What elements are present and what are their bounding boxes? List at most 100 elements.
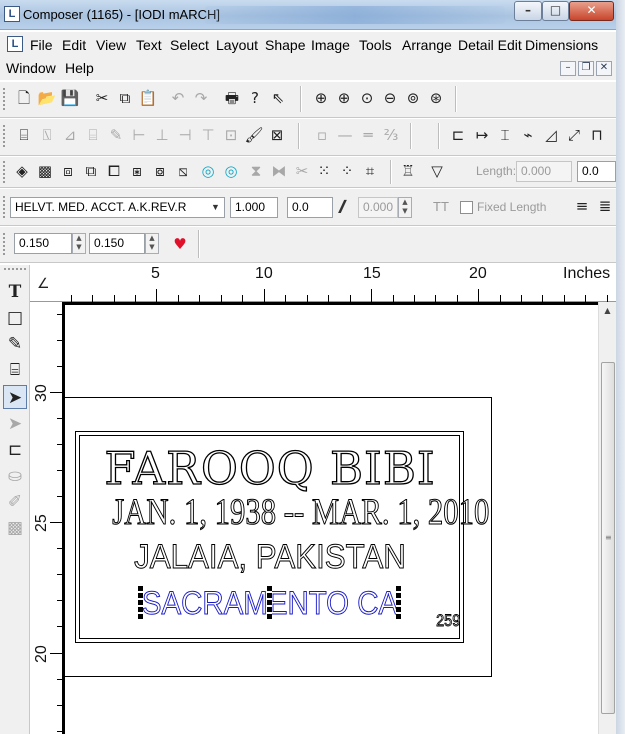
zoom-out-icon[interactable]: ⊖ (380, 88, 400, 108)
menu-shape[interactable]: Shape (265, 37, 305, 53)
circle-target-icon[interactable]: ◎ (198, 161, 218, 181)
pen-tool-icon[interactable]: ✎ (3, 332, 27, 356)
send-back-icon[interactable]: ⧆ (127, 161, 147, 181)
align-center-icon[interactable]: ⊥ (152, 125, 172, 145)
menu-select[interactable]: Select (170, 37, 209, 53)
group-icon[interactable]: ⧈ (58, 161, 78, 181)
align-left-icon[interactable]: ⊢ (129, 125, 149, 145)
menu-arrange[interactable]: Arrange (402, 37, 452, 53)
eyedropper-tool-icon[interactable]: ✐ (3, 490, 27, 514)
dimension-height-icon[interactable]: ⌶ (495, 125, 515, 145)
toolbar-grip[interactable] (3, 88, 6, 110)
space-icon[interactable]: ⊡ (221, 125, 241, 145)
line-edit-icon[interactable]: ⊿ (60, 125, 80, 145)
offset-input[interactable]: 0.0 (577, 161, 616, 182)
slant-spinner[interactable]: ▲ ▼ (398, 197, 412, 218)
dimension-diagonal-icon[interactable]: ⤢ (564, 125, 584, 145)
height-input[interactable]: 0.150 (89, 233, 145, 254)
menu-detail-edit[interactable]: Detail Edit (458, 37, 522, 53)
redo-icon[interactable]: ↷ (191, 88, 211, 108)
rectangle-tool-icon[interactable]: □ (3, 306, 27, 330)
array-icon[interactable]: ⁙ (314, 161, 334, 181)
ungroup-icon[interactable]: ⧉ (81, 161, 101, 181)
brush-icon[interactable]: 🖌 (244, 125, 264, 145)
open-folder-icon[interactable]: 📂 (37, 88, 57, 108)
width-input[interactable]: 0.150 (14, 233, 72, 254)
node-edit-icon[interactable]: ⍂ (37, 125, 57, 145)
minimize-button[interactable]: – (514, 1, 542, 21)
menu-tools[interactable]: Tools (359, 37, 392, 53)
weld-icon[interactable]: ◈ (12, 161, 32, 181)
toolbox-grip[interactable] (4, 268, 26, 271)
new-document-icon[interactable]: 🗋 (14, 88, 34, 108)
length-input[interactable]: 0.000 (516, 161, 572, 182)
slant-input[interactable]: 0.000 (358, 197, 398, 218)
menu-file[interactable]: File (30, 37, 53, 53)
break-apart-icon[interactable]: ⧅ (173, 161, 193, 181)
properties-icon[interactable]: ⊠ (267, 125, 287, 145)
fraction-icon[interactable]: ⅔ (381, 125, 401, 145)
place-of-birth-text[interactable]: JALAIA, PAKISTAN (95, 538, 445, 577)
height-spinner[interactable]: ▲ ▼ (145, 233, 159, 254)
help-icon[interactable]: ? (245, 88, 265, 108)
heart-icon[interactable]: ♥ (170, 234, 190, 254)
texture-tool-icon[interactable]: ▩ (3, 516, 27, 540)
combine-icon[interactable]: ⧇ (150, 161, 170, 181)
dimension-vertical-icon[interactable]: ⊏ (448, 125, 468, 145)
dimension-tool-icon[interactable]: ⊏ (3, 438, 27, 462)
document-icon[interactable]: L (7, 36, 23, 52)
align-right-icon[interactable]: ⊣ (175, 125, 195, 145)
selection-handle-middle[interactable] (267, 586, 272, 620)
node-select-tool-icon[interactable]: ➤ (3, 412, 27, 436)
zoom-icon[interactable]: ⊕ (311, 88, 331, 108)
menu-help[interactable]: Help (65, 60, 94, 76)
dates-text[interactable]: JAN. 1, 1938 -- MAR. 1, 2010 (112, 491, 490, 534)
angle-input[interactable]: 0.0 (287, 197, 333, 218)
fixed-length-checkbox[interactable] (460, 201, 473, 214)
mirror-icon[interactable]: ⧗ (246, 161, 266, 181)
close-button[interactable]: ✕ (569, 1, 614, 21)
toolbar-grip[interactable] (3, 233, 6, 255)
text-align-left-icon[interactable]: ≡ (572, 196, 592, 216)
stock-number-text[interactable]: 259 (436, 611, 461, 631)
menu-view[interactable]: View (96, 37, 126, 53)
scroll-thumb[interactable]: ≡ (601, 362, 615, 714)
vertical-scrollbar[interactable]: ▲ ≡ (598, 302, 616, 734)
select-tool-icon[interactable]: ➤ (3, 385, 27, 409)
cut-icon[interactable]: ✂ (92, 88, 112, 108)
texture-icon[interactable]: ▩ (35, 161, 55, 181)
zoom-page-icon[interactable]: ⊛ (426, 88, 446, 108)
name-text[interactable]: FAROOQ BIBI (80, 441, 460, 495)
fill-tool-icon[interactable]: ⛀ (3, 464, 27, 488)
width-spinner[interactable]: ▲ ▼ (72, 233, 86, 254)
chevron-down-icon[interactable]: ▼ (211, 202, 220, 212)
menu-image[interactable]: Image (311, 37, 350, 53)
mdi-restore-button[interactable]: ❐ (578, 61, 594, 76)
zoom-fit-icon[interactable]: ⊚ (403, 88, 423, 108)
distribute-icon[interactable]: ⊤ (198, 125, 218, 145)
menu-edit[interactable]: Edit (62, 37, 86, 53)
node-tool-icon[interactable]: ♖ (398, 161, 418, 181)
undo-icon[interactable]: ↶ (168, 88, 188, 108)
mdi-close-button[interactable]: ✕ (596, 61, 612, 76)
frame-tool-icon[interactable]: ⌸ (14, 125, 34, 145)
serial-number-icon[interactable]: ⌗ (360, 161, 380, 181)
mdi-minimize-button[interactable]: – (560, 61, 576, 76)
bring-forward-icon[interactable]: ⧠ (104, 161, 124, 181)
scale-input[interactable]: 1.000 (230, 197, 278, 218)
dimension-box-icon[interactable]: ⊓ (587, 125, 607, 145)
line-icon[interactable]: — (335, 125, 355, 145)
maximize-button[interactable]: □ (542, 1, 569, 21)
print-icon[interactable]: 🖶 (222, 88, 242, 108)
knife-icon[interactable]: ✂ (292, 161, 312, 181)
flip-icon[interactable]: ⧓ (269, 161, 289, 181)
text-align-justify-icon[interactable]: ≣ (595, 196, 615, 216)
funnel-icon[interactable]: ▽ (427, 161, 447, 181)
menu-window[interactable]: Window (6, 60, 56, 76)
save-icon[interactable]: 💾 (60, 88, 80, 108)
selection-handle-right[interactable] (396, 586, 401, 620)
point-icon[interactable]: ▫ (312, 125, 332, 145)
zoom-in-icon[interactable]: ⊕ (334, 88, 354, 108)
frame-tool-icon[interactable]: ⌸ (3, 358, 27, 382)
dimension-horizontal-icon[interactable]: ↦ (472, 125, 492, 145)
